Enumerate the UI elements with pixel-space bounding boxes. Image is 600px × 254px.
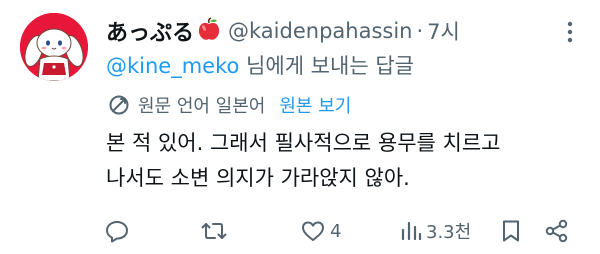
reply-suffix: 님에게 보내는 답글 bbox=[239, 54, 414, 78]
reply-button[interactable] bbox=[104, 216, 130, 246]
views-icon bbox=[401, 221, 422, 241]
bookmark-button[interactable] bbox=[500, 216, 522, 246]
more-options-icon[interactable] bbox=[558, 20, 582, 44]
separator-dot: · bbox=[416, 19, 424, 43]
views-button[interactable]: 3.3천 bbox=[400, 216, 471, 246]
retweet-button[interactable] bbox=[200, 216, 228, 246]
tweet-body-line: 나서도 소변 의지가 가라앉지 않아. bbox=[106, 166, 410, 190]
avatar[interactable] bbox=[20, 13, 88, 81]
avatar-image bbox=[20, 13, 88, 81]
like-count: 4 bbox=[330, 220, 342, 242]
display-name[interactable]: あっぷる bbox=[106, 15, 194, 47]
tweet-header: あっぷる @kaidenpahassin · 7시 bbox=[106, 14, 460, 48]
like-button[interactable]: 4 bbox=[300, 216, 341, 246]
apple-emoji-icon bbox=[196, 16, 222, 46]
original-language-label: 원문 언어 일본어 bbox=[138, 96, 266, 117]
timestamp[interactable]: 7시 bbox=[427, 16, 460, 46]
tweet-body-line: 본 적 있어. 그래서 필사적으로 용무를 치르고 bbox=[106, 131, 501, 155]
share-icon bbox=[545, 219, 568, 243]
translation-row: 원문 언어 일본어 원본 보기 bbox=[108, 92, 351, 118]
heart-icon bbox=[302, 221, 324, 241]
translate-icon bbox=[108, 94, 130, 116]
tweet-body: 본 적 있어. 그래서 필사적으로 용무를 치르고 나서도 소변 의지가 가라앉… bbox=[106, 126, 586, 196]
user-handle[interactable]: @kaidenpahassin bbox=[228, 19, 412, 43]
retweet-icon bbox=[201, 223, 227, 239]
tweet[interactable]: あっぷる @kaidenpahassin · 7시 @kine_meko 님에게… bbox=[0, 0, 600, 254]
bookmark-icon bbox=[503, 220, 519, 242]
reply-mention-link[interactable]: @kine_meko bbox=[106, 54, 239, 78]
reply-icon bbox=[106, 221, 128, 243]
action-bar: 4 3.3천 bbox=[104, 216, 574, 246]
show-original-link[interactable]: 원본 보기 bbox=[279, 92, 351, 118]
share-button[interactable] bbox=[544, 216, 570, 246]
view-count: 3.3천 bbox=[426, 222, 472, 243]
reply-context: @kine_meko 님에게 보내는 답글 bbox=[106, 50, 414, 80]
